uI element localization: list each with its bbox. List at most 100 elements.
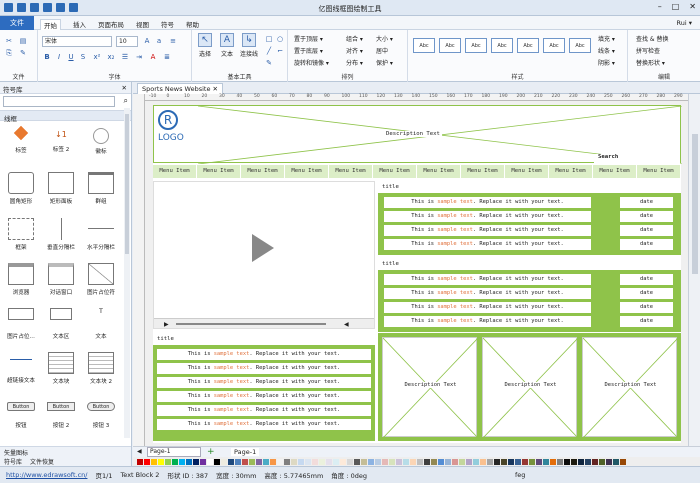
color-swatch[interactable] [137,458,143,465]
shape-hyperlink-text[interactable]: 超链接文本 [2,352,40,384]
color-swatch[interactable] [207,458,213,465]
align-icon[interactable]: ≡ [168,36,178,46]
color-swatch[interactable] [270,458,276,465]
bullets-icon[interactable]: ☰ [120,52,130,62]
color-swatch[interactable] [494,458,500,465]
shape-group[interactable]: 群组 [82,172,120,205]
color-swatch[interactable] [536,458,542,465]
line-icon[interactable]: ╱ [264,46,274,56]
shape-button[interactable]: Button 按钮 [2,402,40,429]
align-button[interactable]: 对齐 ▾ [346,46,363,55]
color-swatch[interactable] [263,458,269,465]
drawing-canvas[interactable]: R LOGO Description Text Search Menu Item… [145,101,688,446]
rotate-mirror-button[interactable]: 旋转和镜像 ▾ [294,58,329,67]
fill-button[interactable]: 填充 ▾ [598,34,615,43]
color-swatch[interactable] [368,458,374,465]
select-tool-button[interactable]: ↖ 选择 [195,33,215,58]
color-swatch[interactable] [179,458,185,465]
tab-home[interactable]: 开始 [40,19,61,30]
style-preset[interactable]: Abc [569,38,591,53]
color-swatch[interactable] [347,458,353,465]
find-replace-button[interactable]: 查找 & 替换 [636,34,669,43]
scroll-thumb[interactable] [125,114,129,254]
font-color-icon[interactable]: A [148,52,158,62]
color-swatch[interactable] [158,458,164,465]
tab-symbol-library[interactable]: 符号库 [4,457,22,466]
superscript-icon[interactable]: x² [92,52,102,62]
color-swatch[interactable] [291,458,297,465]
color-swatch[interactable] [417,458,423,465]
color-swatch[interactable] [354,458,360,465]
color-swatch[interactable] [508,458,514,465]
color-swatch[interactable] [599,458,605,465]
website-link[interactable]: http://www.edrawsoft.cn/ [6,471,87,479]
group-button[interactable]: 组合 ▾ [346,34,363,43]
menu-item[interactable]: Menu Item [461,165,505,178]
color-swatch[interactable] [515,458,521,465]
color-swatch[interactable] [424,458,430,465]
shape-horizontal-separator[interactable]: 水平分隔栏 [82,218,120,251]
prev-page-icon[interactable]: ◀ [137,448,142,455]
color-swatch[interactable] [620,458,626,465]
color-swatch[interactable] [200,458,206,465]
color-swatch[interactable] [249,458,255,465]
user-menu[interactable]: Rui ▾ [677,19,692,27]
font-size-select[interactable]: 10 [116,36,138,47]
scroll-thumb[interactable] [692,134,698,274]
shape-tag[interactable]: 标签 [2,125,40,154]
play-icon[interactable] [252,234,274,262]
rectangle-icon[interactable]: □ [264,34,274,44]
file-menu-button[interactable]: 文件 [0,16,34,30]
font-name-select[interactable]: 宋体 [42,36,112,47]
menu-item[interactable]: Menu Item [373,165,417,178]
color-swatch[interactable] [242,458,248,465]
library-search-input[interactable] [3,96,115,107]
distribute-button[interactable]: 分布 ▾ [346,58,363,67]
color-swatch[interactable] [592,458,598,465]
align-center-icon[interactable]: ≣ [162,52,172,62]
color-swatch[interactable] [144,458,150,465]
menu-item[interactable]: Menu Item [153,165,197,178]
style-preset[interactable]: Abc [543,38,565,53]
video-play-icon[interactable]: ▶ [164,321,169,328]
menu-item[interactable]: Menu Item [329,165,373,178]
close-button[interactable]: ✕ [689,2,696,11]
color-swatch[interactable] [221,458,227,465]
color-swatch[interactable] [459,458,465,465]
color-swatch[interactable] [501,458,507,465]
color-swatch[interactable] [466,458,472,465]
ellipse-icon[interactable]: ○ [275,34,285,44]
color-swatch[interactable] [606,458,612,465]
color-swatch[interactable] [333,458,339,465]
color-swatch[interactable] [228,458,234,465]
wireframe-page[interactable]: R LOGO Description Text Search Menu Item… [153,105,682,443]
protect-button[interactable]: 保护 ▾ [376,58,393,67]
tab-help[interactable]: 帮助 [186,19,199,30]
color-swatch[interactable] [193,458,199,465]
color-swatch[interactable] [487,458,493,465]
paste-icon[interactable]: ▤ [18,36,28,46]
shape-text[interactable]: T 文本 [82,308,120,340]
center-button[interactable]: 居中 [376,46,388,55]
color-swatch[interactable] [578,458,584,465]
menu-item[interactable]: Menu Item [505,165,549,178]
shape-dialog[interactable]: 对话窗口 [42,263,80,296]
color-swatch[interactable] [403,458,409,465]
bring-to-front-button[interactable]: 置于顶层 ▾ [294,34,323,43]
menu-item[interactable]: Menu Item [637,165,681,178]
send-to-back-button[interactable]: 置于底层 ▾ [294,46,323,55]
shape-text-block-2[interactable]: 文本块 2 [82,352,120,385]
tab-symbols[interactable]: 符号 [161,19,174,30]
shape-button-2[interactable]: Button 按钮 2 [42,402,80,429]
color-swatch[interactable] [326,458,332,465]
size-button[interactable]: 大小 ▾ [376,34,393,43]
color-swatch[interactable] [172,458,178,465]
color-swatch[interactable] [235,458,241,465]
menu-item[interactable]: Menu Item [241,165,285,178]
bold-icon[interactable]: B [42,52,52,62]
style-preset[interactable]: Abc [517,38,539,53]
shape-text-block[interactable]: 文本块 [42,352,80,385]
shape-vertical-separator[interactable]: 垂直分隔栏 [42,218,80,251]
italic-icon[interactable]: I [54,52,64,62]
color-swatch[interactable] [305,458,311,465]
